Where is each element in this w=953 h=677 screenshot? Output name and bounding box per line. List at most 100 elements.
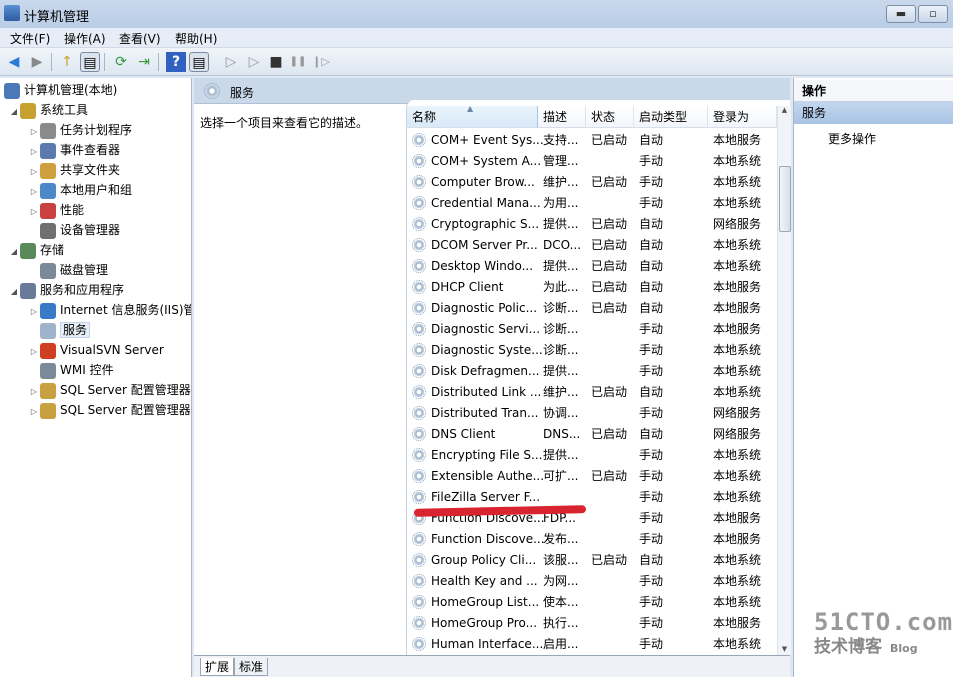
export-list-icon[interactable]: ⇥ bbox=[134, 52, 154, 72]
expander-icon[interactable]: ▷ bbox=[28, 142, 40, 162]
service-row[interactable]: Desktop Windo... 提供... 已启动 自动 本地系统 bbox=[407, 256, 767, 277]
tree-item[interactable]: ◢ 存储 bbox=[8, 240, 64, 260]
tree-root[interactable]: 计算机管理(本地) bbox=[4, 80, 117, 100]
service-gear-icon bbox=[412, 406, 426, 420]
scrollbar-thumb[interactable] bbox=[779, 166, 791, 232]
service-row[interactable]: Disk Defragmen... 提供... 手动 本地系统 bbox=[407, 361, 767, 382]
show-hide-console-tree-icon[interactable]: ▤ bbox=[80, 52, 100, 72]
service-row[interactable]: Diagnostic Syste... 诊断... 手动 本地系统 bbox=[407, 340, 767, 361]
tree-item[interactable]: ▷ 本地用户和组 bbox=[28, 180, 132, 200]
service-cell: 本地服务 bbox=[713, 616, 762, 630]
toolbar-separator bbox=[51, 53, 52, 71]
tree-item[interactable]: ▷ 性能 bbox=[28, 200, 84, 220]
minimize-button[interactable]: ▬ bbox=[886, 5, 916, 23]
service-cell: 本地系统 bbox=[713, 469, 762, 483]
service-row[interactable]: Distributed Tran... 协调... 手动 网络服务 bbox=[407, 403, 767, 424]
column-header-status[interactable]: 状态 bbox=[586, 106, 634, 128]
service-cell: 手动 bbox=[639, 448, 664, 462]
tree-item[interactable]: ◢ 服务和应用程序 bbox=[8, 280, 124, 300]
forward-icon[interactable]: ▶ bbox=[27, 52, 47, 72]
service-row[interactable]: Function Discove... 发布... 手动 本地服务 bbox=[407, 529, 767, 550]
column-header-name[interactable]: 名称 ▲ bbox=[407, 104, 538, 128]
expander-icon[interactable]: ▷ bbox=[28, 342, 40, 362]
service-row[interactable]: FileZilla Server F... 手动 本地系统 bbox=[407, 487, 767, 508]
tree-item[interactable]: ▷ VisualSVN Server bbox=[28, 340, 164, 360]
start-service-alt-icon[interactable]: ▷ bbox=[244, 52, 264, 72]
service-row[interactable]: COM+ System A... 管理... 手动 本地系统 bbox=[407, 151, 767, 172]
menu-help[interactable]: 帮助(H) bbox=[175, 30, 217, 47]
service-row[interactable]: Encrypting File S... 提供... 手动 本地系统 bbox=[407, 445, 767, 466]
service-row[interactable]: COM+ Event Sys... 支持... 已启动 自动 本地服务 bbox=[407, 130, 767, 151]
actions-section-services[interactable]: 服务 bbox=[794, 102, 953, 124]
service-row[interactable]: Distributed Link ... 维护... 已启动 自动 本地系统 bbox=[407, 382, 767, 403]
tree-item[interactable]: ▷ 任务计划程序 bbox=[28, 120, 132, 140]
tree-item[interactable]: ▷ SQL Server 配置管理器 bbox=[28, 380, 191, 400]
service-row[interactable]: Diagnostic Polic... 诊断... 已启动 自动 本地服务 bbox=[407, 298, 767, 319]
more-actions-link[interactable]: 更多操作 bbox=[828, 130, 876, 147]
tab-extended[interactable]: 扩展 bbox=[200, 658, 235, 676]
service-cell: 手动 bbox=[639, 154, 664, 168]
expander-icon[interactable]: ▷ bbox=[28, 302, 40, 322]
expander-icon[interactable]: ◢ bbox=[8, 282, 20, 302]
service-row[interactable]: HomeGroup Pro... 执行... 手动 本地服务 bbox=[407, 613, 767, 634]
service-row[interactable]: Health Key and ... 为网... 手动 本地系统 bbox=[407, 571, 767, 592]
menu-view[interactable]: 查看(V) bbox=[119, 30, 161, 47]
menu-action[interactable]: 操作(A) bbox=[64, 30, 106, 47]
menu-file[interactable]: 文件(F) bbox=[10, 30, 50, 47]
column-header-startup-type[interactable]: 启动类型 bbox=[634, 106, 708, 128]
tree-item[interactable]: ▷ SQL Server 配置管理器 bbox=[28, 400, 191, 420]
tree-item[interactable]: ▷ 事件查看器 bbox=[28, 140, 120, 160]
service-gear-icon bbox=[412, 133, 426, 147]
pause-service-icon[interactable]: ❚❚ bbox=[288, 52, 308, 72]
service-row[interactable]: DHCP Client 为此... 已启动 自动 本地服务 bbox=[407, 277, 767, 298]
service-gear-icon bbox=[412, 238, 426, 252]
service-row[interactable]: Group Policy Cli... 该服... 已启动 自动 本地系统 bbox=[407, 550, 767, 571]
service-row[interactable]: Diagnostic Servi... 诊断... 手动 本地服务 bbox=[407, 319, 767, 340]
column-header-description[interactable]: 描述 bbox=[538, 106, 586, 128]
service-row[interactable]: Extensible Authe... 可扩... 已启动 手动 本地系统 bbox=[407, 466, 767, 487]
tree-item[interactable]: 设备管理器 bbox=[28, 220, 120, 240]
service-gear-icon bbox=[412, 343, 426, 357]
service-gear-icon bbox=[412, 364, 426, 378]
start-service-icon[interactable]: ▷ bbox=[221, 52, 241, 72]
service-cell: COM+ Event Sys... bbox=[431, 133, 544, 147]
expander-icon[interactable]: ▷ bbox=[28, 182, 40, 202]
service-row[interactable]: DCOM Server Pr... DCO... 已启动 自动 本地系统 bbox=[407, 235, 767, 256]
service-row[interactable]: Credential Mana... 为用... 手动 本地系统 bbox=[407, 193, 767, 214]
service-row[interactable]: DNS Client DNS... 已启动 自动 网络服务 bbox=[407, 424, 767, 445]
refresh-icon[interactable]: ⟳ bbox=[111, 52, 131, 72]
tab-standard[interactable]: 标准 bbox=[234, 658, 269, 676]
show-action-pane-icon[interactable]: ▤ bbox=[189, 52, 209, 72]
up-folder-icon[interactable]: ↑ bbox=[57, 52, 77, 72]
expander-icon[interactable]: ▷ bbox=[28, 402, 40, 422]
tree-item[interactable]: 服务 bbox=[28, 320, 91, 340]
service-row[interactable]: Computer Brow... 维护... 已启动 手动 本地系统 bbox=[407, 172, 767, 193]
expander-icon[interactable]: ◢ bbox=[8, 102, 20, 122]
column-header-log-on-as[interactable]: 登录为 bbox=[708, 106, 777, 128]
service-row[interactable]: Cryptographic S... 提供... 已启动 自动 网络服务 bbox=[407, 214, 767, 235]
maximize-button[interactable]: ▫ bbox=[918, 5, 948, 23]
tree-item[interactable]: ◢ 系统工具 bbox=[8, 100, 88, 120]
service-cell: COM+ System A... bbox=[431, 154, 542, 168]
vertical-scrollbar[interactable]: ▲ ▼ bbox=[777, 106, 791, 655]
tree-item[interactable]: ▷ 共享文件夹 bbox=[28, 160, 120, 180]
expander-icon[interactable]: ▷ bbox=[28, 202, 40, 222]
service-row[interactable]: Human Interface... 启用... 手动 本地系统 bbox=[407, 634, 767, 655]
expander-icon[interactable]: ▷ bbox=[28, 162, 40, 182]
scroll-down-icon[interactable]: ▼ bbox=[778, 645, 791, 653]
service-cell: Human Interface... bbox=[431, 637, 544, 651]
tree-item[interactable]: ▷ Internet 信息服务(IIS)管 bbox=[28, 300, 191, 322]
resume-service-icon[interactable]: ❙▷ bbox=[311, 52, 331, 72]
help-icon[interactable]: ? bbox=[166, 52, 186, 72]
expander-icon[interactable]: ▷ bbox=[28, 382, 40, 402]
tree-item[interactable]: 磁盘管理 bbox=[28, 260, 108, 280]
stop-service-icon[interactable]: ■ bbox=[266, 52, 286, 72]
tree-item[interactable]: WMI 控件 bbox=[28, 360, 114, 380]
expander-icon[interactable]: ▷ bbox=[28, 122, 40, 142]
back-icon[interactable]: ◀ bbox=[4, 52, 24, 72]
service-gear-icon bbox=[412, 427, 426, 441]
expander-icon[interactable]: ◢ bbox=[8, 242, 20, 262]
tree-node-icon bbox=[40, 182, 56, 199]
service-row[interactable]: HomeGroup List... 使本... 手动 本地系统 bbox=[407, 592, 767, 613]
scroll-up-icon[interactable]: ▲ bbox=[778, 106, 791, 114]
